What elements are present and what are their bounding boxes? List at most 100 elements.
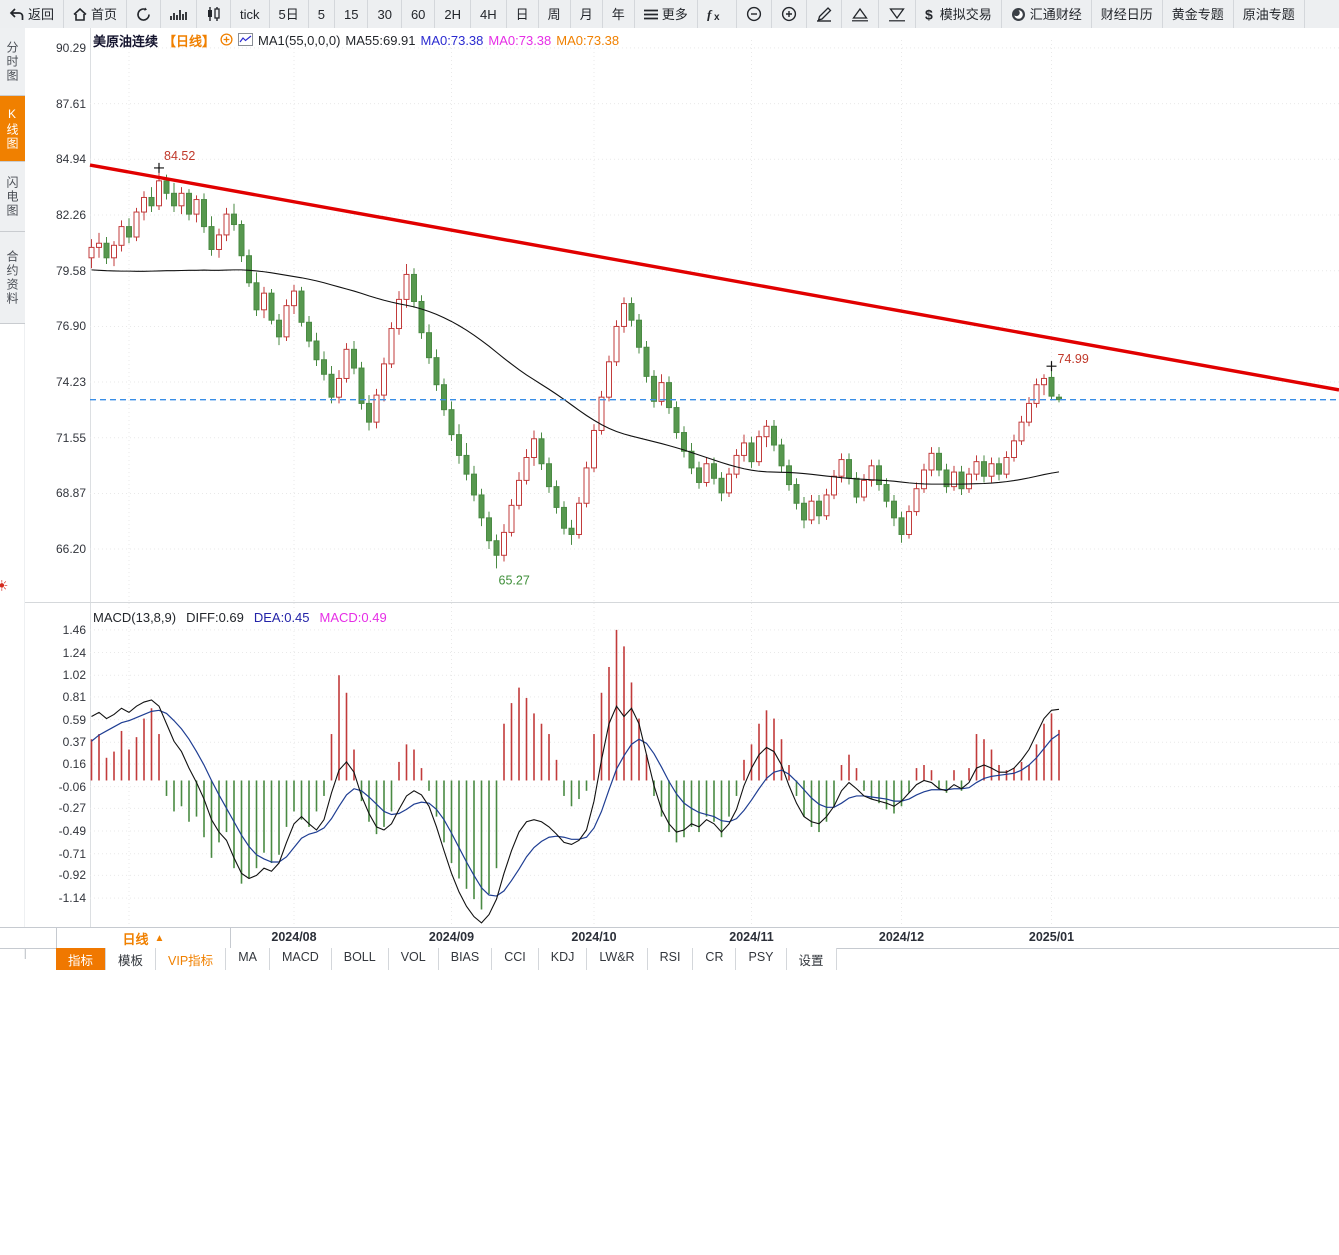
tab-bias[interactable]: BIAS [439, 948, 493, 970]
macd-tick: -0.06 [58, 779, 86, 794]
fx678-icon [1011, 7, 1026, 22]
month-label: 2025/01 [1028, 930, 1075, 944]
main-candlestick-chart[interactable]: 84.52 65.27 74.99 [25, 28, 1339, 603]
sidebar-item-time-chart[interactable]: 分时图 [0, 28, 25, 96]
macd-indicator-chart[interactable] [25, 603, 1339, 927]
month-label: 2024/10 [571, 930, 617, 944]
svg-text:$: $ [925, 7, 933, 22]
tick-button[interactable]: tick [231, 0, 270, 28]
macd-tick: -0.27 [58, 801, 86, 816]
period-60-button[interactable]: 60 [402, 0, 436, 28]
sidebar-item-lightning-chart[interactable]: 闪电图 [0, 162, 25, 232]
candlestick-icon [206, 7, 221, 21]
indicator-settings-sun-icon[interactable]: ☀ [0, 579, 8, 594]
macd-tick: 0.59 [62, 712, 86, 727]
macd-tick: 0.81 [62, 689, 86, 704]
period-30-button-label: 30 [377, 6, 392, 22]
draw-icon [816, 6, 832, 22]
sidebar-item-kline-chart[interactable]: K线图 [0, 96, 25, 162]
price-tick: 79.58 [55, 263, 86, 278]
chart-header: 美原油连续 【日线】 MA1(55,0,0,0) MA55:69.91 MA0:… [93, 31, 619, 50]
period-5-button[interactable]: 5 [309, 0, 335, 28]
ma-settings: MA1(55,0,0,0) [258, 33, 341, 48]
gold-topic-button-label: 黄金专题 [1171, 6, 1224, 22]
home-button-label: 首页 [91, 6, 118, 22]
macd-tick: 0.16 [62, 756, 86, 771]
period-day2-button[interactable]: 日 [507, 0, 539, 28]
tab-cr[interactable]: CR [693, 948, 737, 970]
ma55-value: MA55:69.91 [345, 33, 416, 48]
svg-text:65.27: 65.27 [499, 573, 530, 587]
svg-text:f: f [707, 7, 713, 21]
tab-cci[interactable]: CCI [492, 948, 539, 970]
period-month-button[interactable]: 月 [571, 0, 603, 28]
sidebar-item-contract-info[interactable]: 合约资料 [0, 232, 25, 324]
macd-tick: -0.71 [58, 846, 86, 861]
tab-vip-indicator[interactable]: VIP指标 [156, 948, 227, 970]
price-tick: 71.55 [55, 430, 86, 445]
period-15-button[interactable]: 15 [335, 0, 369, 28]
tab-macd[interactable]: MACD [270, 948, 332, 970]
period-year-button[interactable]: 年 [603, 0, 635, 28]
zoom-out-button[interactable] [737, 0, 772, 28]
area-chart-icon [170, 8, 187, 21]
more-button[interactable]: 更多 [635, 0, 698, 28]
triangle-up-icon: ▲ [154, 932, 165, 944]
indicator-fx-button[interactable]: fx [698, 0, 737, 28]
price-tick: 66.20 [55, 542, 86, 557]
triangle-up-button[interactable] [842, 0, 879, 28]
price-tick: 76.90 [55, 319, 86, 334]
home-button[interactable]: 首页 [64, 0, 128, 28]
zoom-in-button[interactable] [772, 0, 807, 28]
triangle-up-icon [851, 7, 869, 22]
candlestick-button[interactable] [197, 0, 232, 28]
gold-topic-button[interactable]: 黄金专题 [1163, 0, 1234, 28]
triangle-down-icon [888, 7, 906, 22]
period-selector[interactable]: 日线 ▲ [56, 928, 231, 948]
period-month-button-label: 月 [579, 6, 593, 22]
tab-kdj[interactable]: KDJ [539, 948, 588, 970]
period-day-button[interactable]: 4H [471, 0, 507, 28]
tab-lwr[interactable]: LW&R [587, 948, 648, 970]
tab-rsi[interactable]: RSI [648, 948, 694, 970]
period-2h-button-label: 2H [444, 6, 462, 22]
more-icon [643, 9, 658, 20]
tab-ma[interactable]: MA [226, 948, 270, 970]
period-label: 【日线】 [163, 34, 216, 49]
sim-trading-button[interactable]: $ 模拟交易 [916, 0, 1002, 28]
price-tick: 68.87 [55, 486, 86, 501]
month-label: 2024/12 [878, 930, 925, 944]
tab-settings[interactable]: 设置 [787, 948, 837, 970]
period-week-button[interactable]: 周 [539, 0, 571, 28]
triangle-down-button[interactable] [879, 0, 916, 28]
tab-template[interactable]: 模板 [106, 948, 157, 970]
tab-indicator[interactable]: 指标 [56, 948, 107, 970]
refresh-button[interactable] [127, 0, 162, 28]
toolbar: 返回 首页 tick 5日 5 15 30 60 2H 4H 日 周 月 年 更多 f x $ 模拟交易 汇通财经 财经… [0, 0, 1339, 29]
tab-psy[interactable]: PSY [736, 948, 787, 970]
draw-button[interactable] [807, 0, 842, 28]
period-30-button[interactable]: 30 [368, 0, 402, 28]
tab-vol[interactable]: VOL [389, 948, 439, 970]
calendar-button[interactable]: 财经日历 [1092, 0, 1163, 28]
price-tick: 82.26 [55, 207, 86, 222]
mini-chart-icon[interactable] [238, 32, 254, 49]
period-year-button-label: 年 [611, 6, 625, 22]
tab-boll[interactable]: BOLL [332, 948, 389, 970]
calendar-button-label: 财经日历 [1100, 6, 1153, 22]
add-indicator-icon[interactable] [220, 32, 233, 49]
price-tick: 84.94 [55, 152, 86, 167]
period-5d-button-label: 5日 [278, 6, 299, 22]
area-chart-button[interactable] [161, 0, 198, 28]
crude-topic-button[interactable]: 原油专题 [1234, 0, 1305, 28]
month-label: 2024/09 [428, 930, 475, 944]
svg-text:74.99: 74.99 [1058, 352, 1089, 366]
price-tick: 74.23 [55, 374, 86, 389]
period-2h-button[interactable]: 2H [435, 0, 472, 28]
chart-area[interactable]: 84.52 65.27 74.99 90.29 87.61 84.94 82.26 79.5… [25, 28, 1339, 927]
fx678-button[interactable]: 汇通财经 [1002, 0, 1092, 28]
back-button[interactable]: 返回 [0, 0, 65, 28]
ma0-blue-value: MA0:73.38 [420, 33, 484, 48]
fx678-button-label: 汇通财经 [1029, 6, 1082, 22]
period-5d-button[interactable]: 5日 [270, 0, 309, 28]
